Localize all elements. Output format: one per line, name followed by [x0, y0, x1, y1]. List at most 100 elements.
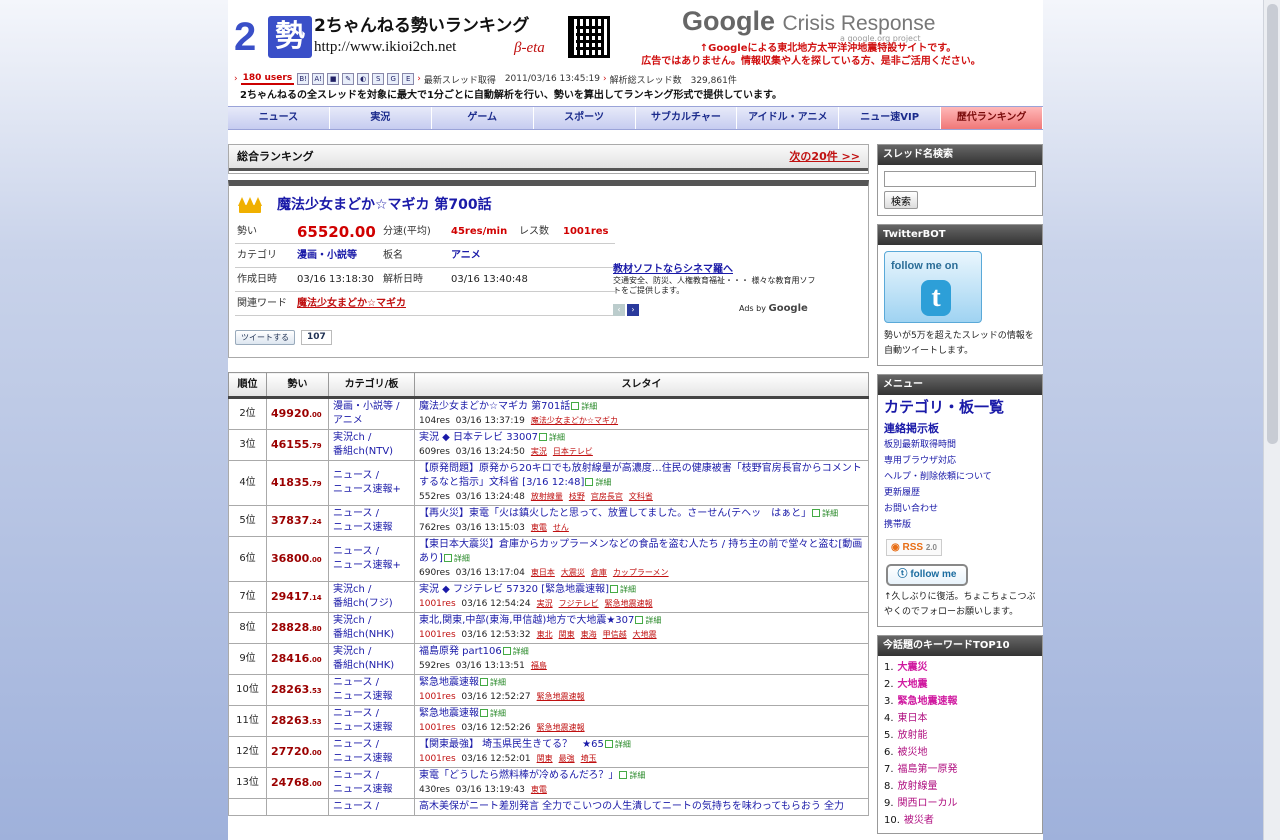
detail-link[interactable]: 詳細 [490, 709, 506, 718]
site-logo[interactable]: 2 勢 [234, 16, 312, 58]
board-link[interactable]: アニメ [451, 244, 481, 268]
external-link-icon[interactable] [571, 402, 580, 410]
board-link[interactable]: ニュース速報 [333, 522, 393, 533]
menu-item-browser[interactable]: 専用ブラウザ対応 [878, 453, 1042, 469]
detail-link[interactable]: 詳細 [595, 478, 611, 487]
category-link[interactable]: ニュース / [333, 708, 379, 719]
board-link[interactable]: ニュース速報+ [333, 560, 401, 571]
trending-keyword-link[interactable]: 緊急地震速報 [898, 696, 958, 707]
bookmark-icon[interactable]: E [402, 73, 415, 85]
page-scrollbar[interactable] [1263, 0, 1280, 840]
menu-item-help[interactable]: ヘルプ・削除依頼について [878, 469, 1042, 485]
detail-link[interactable]: 詳細 [620, 585, 636, 594]
menu-item-contact[interactable]: お問い合わせ [878, 501, 1042, 517]
external-link-icon[interactable] [480, 709, 488, 717]
category-link[interactable]: ニュース / [333, 546, 379, 557]
thread-title-link[interactable]: 東北,関東,中部(東海,甲信越)地方で大地震★307 [419, 615, 634, 626]
crisis-notice-1[interactable]: ↑Googleによる東北地方太平洋沖地震特設サイトです。 [680, 43, 976, 55]
category-link[interactable]: 実況ch / [333, 584, 371, 595]
external-link-icon[interactable] [443, 554, 452, 562]
category-link[interactable]: ニュース / [333, 470, 379, 481]
category-link[interactable]: ニュース / [333, 770, 379, 781]
keyword-link[interactable]: 魔法少女まどか☆マギカ [531, 416, 618, 425]
keyword-link[interactable]: 東海 [581, 630, 597, 639]
top-thread-title[interactable]: 魔法少女まどか☆マギカ 第700話 [277, 196, 492, 214]
ad-title[interactable]: 教材ソフトならシネマ羅へ [613, 264, 823, 276]
board-link[interactable]: アニメ [333, 415, 363, 426]
follow-me-button[interactable]: ⓣ follow me [886, 564, 968, 586]
keyword-link[interactable]: 関東 [537, 754, 553, 763]
category-board-list-link[interactable]: カテゴリ・板一覧 [878, 395, 1042, 421]
tab-newsvip[interactable]: ニュー速VIP [839, 107, 942, 129]
external-link-icon[interactable] [619, 771, 628, 779]
bookmark-icon[interactable]: G [387, 73, 400, 85]
thread-title-link[interactable]: 緊急地震速報 [419, 677, 479, 688]
thread-title-link[interactable]: 【東日本大震災】倉庫からカップラーメンなどの食品を盗む人たち / 持ち主の前で堂… [419, 539, 862, 564]
board-link[interactable]: ニュース速報+ [333, 484, 401, 495]
bookmark-icon[interactable]: B! [297, 73, 310, 85]
tab-jikkyo[interactable]: 実況 [329, 107, 432, 129]
tab-idol-anime[interactable]: アイドル・アニメ [737, 107, 840, 129]
external-link-icon[interactable] [610, 585, 619, 593]
category-link[interactable]: ニュース / [333, 801, 379, 812]
detail-link[interactable]: 詳細 [822, 509, 838, 518]
tab-sports[interactable]: スポーツ [533, 107, 636, 129]
bookmark-icon[interactable]: ■ [327, 73, 340, 85]
detail-link[interactable]: 詳細 [490, 678, 506, 687]
keyword-link[interactable]: 東北 [537, 630, 553, 639]
detail-link[interactable]: 詳細 [581, 402, 597, 411]
keyword-link[interactable]: 日本テレビ [553, 447, 593, 456]
external-link-icon[interactable] [812, 509, 821, 517]
thread-title-link[interactable]: 東電「どうしたら燃料棒が冷めるんだろ？」 [419, 770, 618, 781]
bookmark-icon[interactable]: ✎ [342, 73, 355, 85]
trending-keyword-link[interactable]: 放射線量 [898, 781, 938, 792]
related-word-link[interactable]: 魔法少女まどか☆マギカ [297, 292, 406, 316]
external-link-icon[interactable] [480, 678, 488, 686]
trending-keyword-link[interactable]: 被災地 [898, 747, 928, 758]
detail-link[interactable]: 詳細 [513, 647, 529, 656]
tab-game[interactable]: ゲーム [431, 107, 534, 129]
keyword-link[interactable]: 関東 [559, 630, 575, 639]
keyword-link[interactable]: フジテレビ [559, 599, 599, 608]
thread-title-link[interactable]: 福島原発 part106 [419, 646, 502, 657]
keyword-link[interactable]: 東電 [531, 523, 547, 532]
keyword-link[interactable]: 東日本 [531, 568, 555, 577]
trending-keyword-link[interactable]: 放射能 [898, 730, 928, 741]
category-link[interactable]: 漫画・小説等 / [333, 401, 400, 412]
keyword-link[interactable]: 枝野 [569, 492, 585, 501]
tab-subculture[interactable]: サブカルチャー [635, 107, 738, 129]
category-link[interactable]: 実況ch / [333, 432, 371, 443]
follow-me-on-twitter-badge[interactable]: follow me on t [884, 251, 982, 323]
keyword-link[interactable]: 福島 [531, 661, 547, 670]
board-link[interactable]: 番組ch(NHK) [333, 629, 394, 640]
search-button[interactable]: 検索 [884, 191, 918, 209]
keyword-link[interactable]: 倉庫 [591, 568, 607, 577]
thread-title-link[interactable]: 緊急地震速報 [419, 708, 479, 719]
external-link-icon[interactable] [539, 433, 548, 441]
external-link-icon[interactable] [502, 647, 511, 655]
detail-link[interactable]: 詳細 [549, 433, 565, 442]
next-20-link[interactable]: 次の20件 >> [789, 150, 860, 164]
keyword-link[interactable]: 放射線量 [531, 492, 563, 501]
keyword-link[interactable]: 埼玉 [581, 754, 597, 763]
board-link[interactable]: ニュース速報 [333, 722, 393, 733]
keyword-link[interactable]: 実況 [537, 599, 553, 608]
thread-search-input[interactable] [884, 171, 1036, 187]
keyword-link[interactable]: 緊急地震速報 [537, 692, 585, 701]
keyword-link[interactable]: 最強 [559, 754, 575, 763]
thread-title-link[interactable]: 高木美保がニート差別発言 全力でこいつの人生潰してニートの気持ちを味わってもらお… [419, 801, 844, 812]
keyword-link[interactable]: 東電 [531, 785, 547, 794]
keyword-link[interactable]: せん [553, 523, 569, 532]
thread-title-link[interactable]: 【再火災】東電「火は鎮火したと思って、放置してました。さーせん(テヘッ はぁと」 [419, 508, 811, 519]
rss-feed-button[interactable]: ◉ RSS 2.0 [886, 539, 942, 556]
keyword-link[interactable]: 文科省 [629, 492, 653, 501]
keyword-link[interactable]: カップラーメン [613, 568, 669, 577]
ad-next-icon[interactable]: › [627, 304, 639, 316]
keyword-link[interactable]: 実況 [531, 447, 547, 456]
external-link-icon[interactable] [635, 616, 644, 624]
trending-keyword-link[interactable]: 大震災 [898, 662, 928, 673]
category-link[interactable]: 実況ch / [333, 615, 371, 626]
bookmark-icon[interactable]: ◐ [357, 73, 370, 85]
board-link[interactable]: ニュース速報 [333, 753, 393, 764]
ad-prev-icon[interactable]: ‹ [613, 304, 625, 316]
